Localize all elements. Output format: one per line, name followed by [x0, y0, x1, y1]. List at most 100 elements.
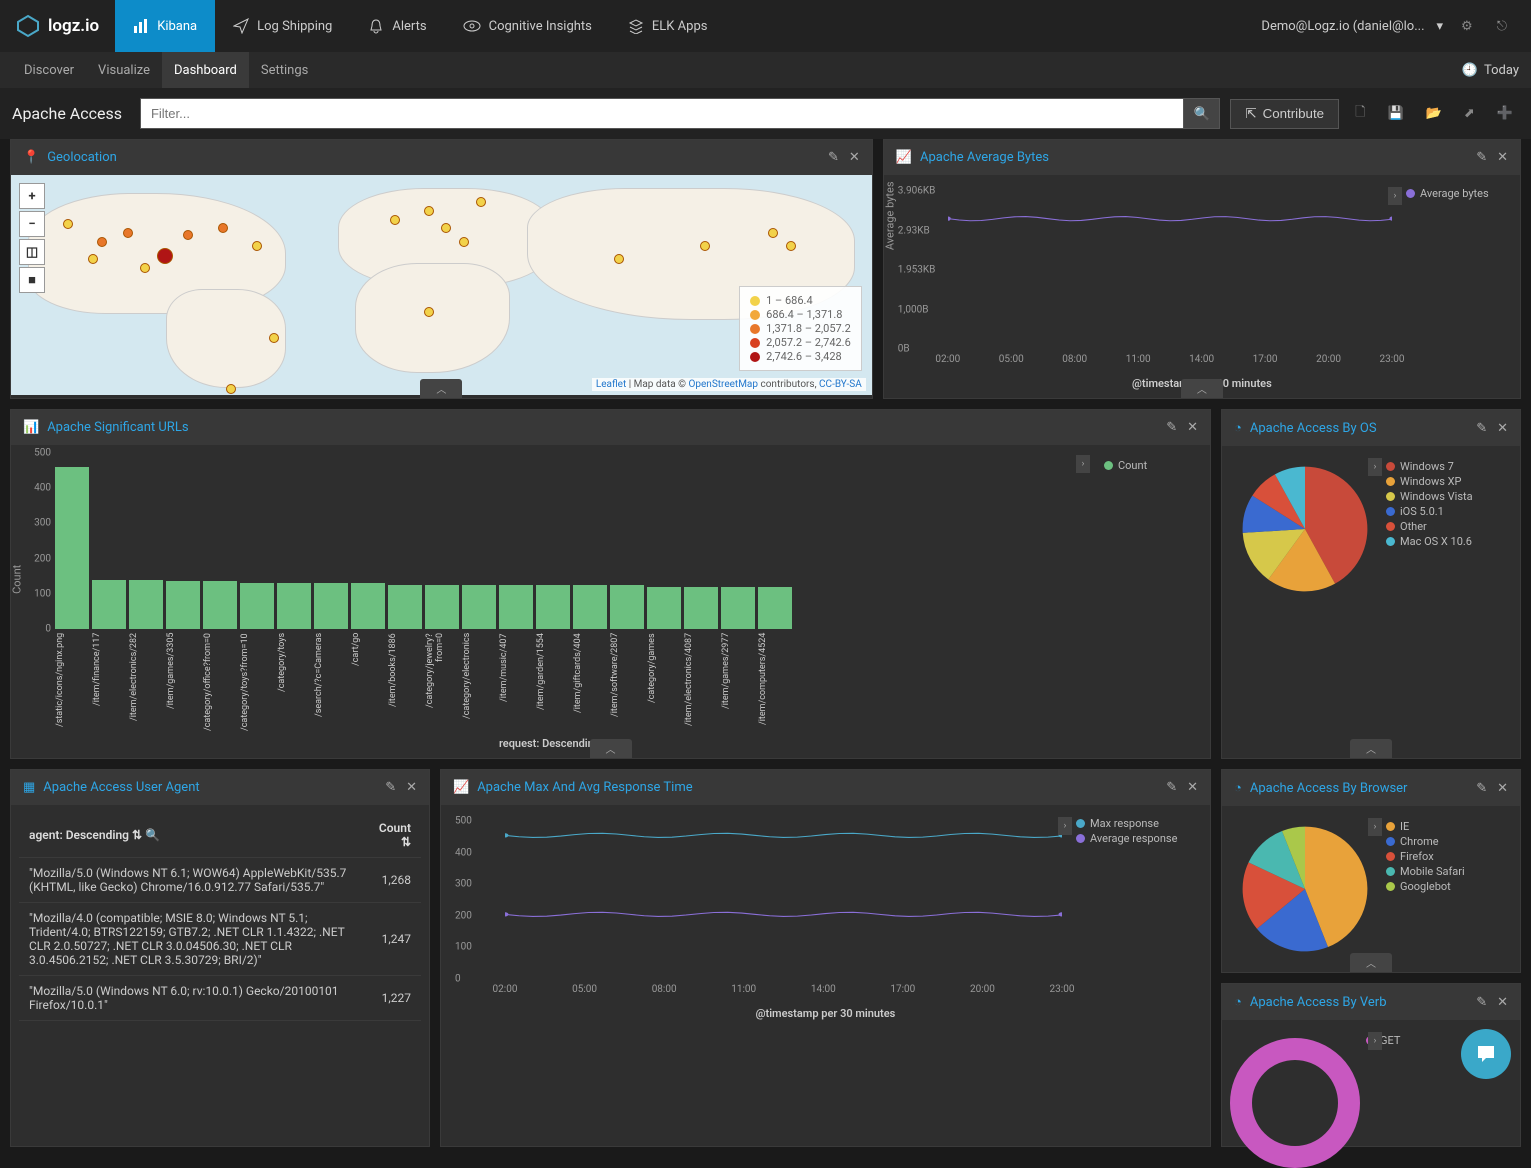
filter-input[interactable] [140, 98, 1184, 129]
brand-text: logz.io [48, 16, 99, 36]
table-row[interactable]: "Mozilla/5.0 (Windows NT 6.1; WOW64) App… [19, 858, 421, 903]
urls-bar-chart: 0100200300400500 [19, 453, 1080, 633]
tab-cognitive[interactable]: Cognitive Insights [445, 0, 610, 52]
open-icon[interactable]: 📂 [1420, 102, 1448, 125]
chart-legend: Average bytes [1402, 183, 1512, 206]
time-picker[interactable]: 🕘 Today [1462, 63, 1519, 78]
close-icon[interactable]: ✕ [1497, 150, 1508, 165]
subnav-dashboard[interactable]: Dashboard [162, 52, 249, 88]
legend-collapse[interactable]: › [1368, 818, 1382, 836]
add-icon[interactable]: ➕ [1491, 102, 1519, 125]
pie-legend: IEChromeFirefoxMobile SafariGooglebot [1380, 814, 1512, 964]
search-icon: 🔍 [1194, 106, 1211, 121]
edit-icon[interactable]: ✎ [828, 150, 839, 165]
contribute-button[interactable]: ⇱ Contribute [1230, 99, 1339, 129]
table-icon: ▦ [23, 780, 35, 795]
bar-chart-icon: 📊 [23, 420, 39, 435]
stack-icon [628, 18, 644, 34]
legend-collapse[interactable]: › [1058, 817, 1072, 835]
logout-icon[interactable]: ⎋ [1491, 15, 1513, 38]
column-agent[interactable]: agent: Descending ⇅ 🔍 [19, 813, 369, 858]
edit-icon[interactable]: ✎ [1476, 995, 1487, 1010]
expand-bar[interactable]: ︿ [1181, 379, 1223, 398]
edit-icon[interactable]: ✎ [1476, 781, 1487, 796]
pie-chart-icon: ◔ [1234, 780, 1242, 796]
pin-icon: 📍 [23, 150, 39, 165]
close-icon[interactable]: ✕ [406, 780, 417, 795]
expand-bar[interactable]: ︿ [1350, 739, 1392, 758]
subnav-settings[interactable]: Settings [249, 52, 320, 88]
top-nav: logz.io Kibana Log Shipping Alerts Cogni… [0, 0, 1531, 52]
legend-collapse[interactable]: › [1388, 187, 1402, 205]
bar-chart-icon [133, 18, 149, 34]
panel-user-agent: ▦ Apache Access User Agent ✎✕ agent: Des… [10, 769, 430, 1147]
legend-collapse[interactable]: › [1368, 1032, 1382, 1050]
tab-elk-apps[interactable]: ELK Apps [610, 0, 726, 52]
os-pie: › Windows 7Windows XPWindows VistaiOS 5.… [1230, 454, 1512, 604]
share-icon: ⇱ [1245, 106, 1256, 122]
close-icon[interactable]: ✕ [1497, 995, 1508, 1010]
expand-bar[interactable]: ︿ [420, 379, 462, 398]
search-button[interactable]: 🔍 [1184, 98, 1220, 129]
legend-collapse[interactable]: › [1076, 455, 1090, 473]
map-controls: + − ◫ ■ [19, 183, 45, 295]
external-icon[interactable]: ⬈ [1458, 102, 1481, 125]
dashboard-toolbar: Apache Access 🔍 ⇱ Contribute 🗋 💾 📂 ⬈ ➕ [0, 88, 1531, 139]
sub-nav: Discover Visualize Dashboard Settings 🕘 … [0, 52, 1531, 88]
close-icon[interactable]: ✕ [849, 150, 860, 165]
close-icon[interactable]: ✕ [1497, 421, 1508, 436]
pie-chart-icon: ◔ [1234, 994, 1242, 1010]
close-icon[interactable]: ✕ [1497, 781, 1508, 796]
edit-icon[interactable]: ✎ [1476, 421, 1487, 436]
tab-alerts[interactable]: Alerts [350, 0, 444, 52]
zoom-in-button[interactable]: + [19, 183, 45, 209]
edit-icon[interactable]: ✎ [385, 780, 396, 795]
close-icon[interactable]: ✕ [1187, 420, 1198, 435]
new-icon[interactable]: 🗋 [1349, 99, 1371, 129]
edit-icon[interactable]: ✎ [1476, 150, 1487, 165]
user-menu[interactable]: Demo@Logz.io (daniel@lo... ▾ ⚙ ⎋ [1243, 15, 1531, 38]
subnav-discover[interactable]: Discover [12, 52, 86, 88]
eye-icon [463, 18, 481, 34]
user-agent-table: agent: Descending ⇅ 🔍 Count⇅ "Mozilla/5.… [19, 813, 421, 1021]
panel-by-browser: ◔ Apache Access By Browser ✎✕ › IEChrome… [1221, 769, 1521, 973]
expand-bar[interactable]: ︿ [1350, 953, 1392, 972]
tab-log-shipping[interactable]: Log Shipping [215, 0, 350, 52]
line-chart-icon: 📈 [896, 150, 912, 165]
chart-legend: Count [1100, 455, 1210, 478]
subnav-visualize[interactable]: Visualize [86, 52, 162, 88]
line-chart-icon: 📈 [453, 780, 469, 795]
main-tabs: Kibana Log Shipping Alerts Cognitive Ins… [115, 0, 725, 52]
chart-legend: Max responseAverage response [1072, 813, 1202, 851]
sort-icon: ⇅ [132, 828, 142, 842]
edit-icon[interactable]: ✎ [1166, 780, 1177, 795]
brand-logo[interactable]: logz.io [0, 14, 115, 38]
expand-bar[interactable]: ︿ [590, 739, 632, 758]
browser-pie: › IEChromeFirefoxMobile SafariGooglebot [1230, 814, 1512, 964]
table-row[interactable]: "Mozilla/4.0 (compatible; MSIE 8.0; Wind… [19, 903, 421, 976]
column-count[interactable]: Count⇅ [369, 813, 421, 858]
clock-icon: 🕘 [1462, 63, 1478, 78]
crop-button[interactable]: ◫ [19, 239, 45, 265]
table-row[interactable]: "Mozilla/5.0 (Windows NT 6.0; rv:10.0.1)… [19, 976, 421, 1021]
edit-icon[interactable]: ✎ [1166, 420, 1177, 435]
panel-geolocation: 📍 Geolocation ✎ ✕ [10, 139, 873, 399]
map-legend: 1 – 686.4686.4 – 1,371.81,371.8 – 2,057.… [739, 286, 862, 371]
panel-by-os: ◔ Apache Access By OS ✎✕ › Windows 7Wind… [1221, 409, 1521, 759]
map-attribution: Leaflet | Map data © OpenStreetMap contr… [592, 378, 866, 391]
logo-icon [16, 14, 40, 38]
gear-icon[interactable]: ⚙ [1455, 15, 1479, 38]
zoom-out-button[interactable]: − [19, 211, 45, 237]
panel-avg-bytes: 📈 Apache Average Bytes ✎✕ Average bytes … [883, 139, 1521, 399]
search-icon[interactable]: 🔍 [145, 828, 160, 842]
geo-map[interactable]: + − ◫ ■ 1 – 686.4686.4 – 1,371.81,371.8 … [11, 175, 872, 395]
legend-collapse[interactable]: › [1368, 458, 1382, 476]
panel-sig-urls: 📊 Apache Significant URLs ✎✕ Count 01002… [10, 409, 1211, 759]
stop-button[interactable]: ■ [19, 267, 45, 293]
tab-kibana[interactable]: Kibana [115, 0, 215, 52]
chat-button[interactable] [1461, 1029, 1511, 1079]
chat-icon [1474, 1042, 1498, 1066]
donut-chart [1230, 1038, 1360, 1168]
close-icon[interactable]: ✕ [1187, 780, 1198, 795]
save-icon[interactable]: 💾 [1382, 102, 1410, 125]
